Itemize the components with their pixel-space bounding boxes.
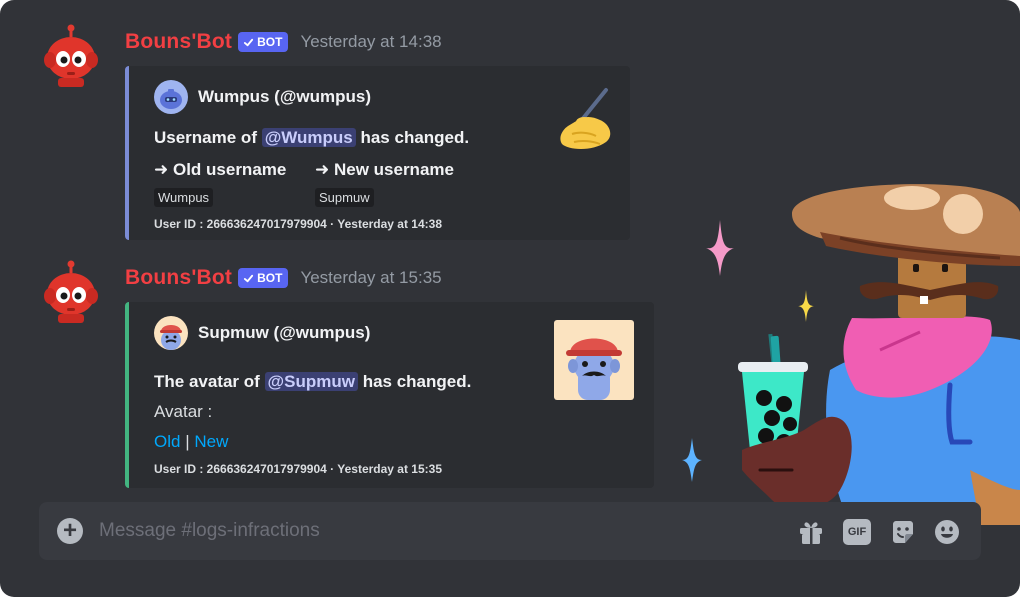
embed-title-prefix: Username of bbox=[154, 128, 262, 147]
sparkle-icon bbox=[706, 220, 734, 276]
new-avatar-link[interactable]: New bbox=[194, 432, 228, 451]
message-input[interactable] bbox=[99, 514, 779, 548]
embed-title: Username of @Wumpus has changed. bbox=[154, 128, 614, 148]
old-avatar-link[interactable]: Old bbox=[154, 432, 180, 451]
avatar-links: Old | New bbox=[154, 432, 638, 452]
wumpus-icon bbox=[154, 80, 188, 114]
chat-window: Bouns'Bot BOT Yesterday at 14:38 Wumpus … bbox=[0, 0, 1020, 597]
embed-field: ➜ New username Supmuw bbox=[315, 160, 454, 207]
gif-label: GIF bbox=[847, 526, 867, 538]
message-composer: + GIF bbox=[39, 502, 981, 560]
embed-author-name[interactable]: Wumpus (@wumpus) bbox=[198, 87, 371, 107]
field-name-new: ➜ New username bbox=[315, 160, 454, 179]
bot-tag: BOT bbox=[238, 268, 289, 288]
user-mention[interactable]: @Supmuw bbox=[264, 372, 358, 391]
bot-avatar-icon[interactable] bbox=[38, 22, 104, 88]
bot-tag-label: BOT bbox=[257, 35, 283, 49]
message-header: Bouns'Bot BOT Yesterday at 15:35 bbox=[125, 266, 442, 290]
field-value-old: Wumpus bbox=[154, 188, 214, 207]
embed-title-prefix: The avatar of bbox=[154, 372, 265, 391]
verified-check-icon bbox=[244, 274, 254, 282]
bot-tag: BOT bbox=[238, 32, 289, 52]
gift-icon[interactable] bbox=[797, 518, 825, 546]
embed-description: Avatar : bbox=[154, 402, 213, 421]
field-name-old: ➜ Old username bbox=[154, 160, 287, 179]
user-mention[interactable]: @Wumpus bbox=[261, 128, 356, 147]
bot-tag-label: BOT bbox=[257, 271, 283, 285]
message-timestamp: Yesterday at 15:35 bbox=[300, 268, 442, 287]
embed-footer: User ID : 266636247017979904 · Yesterday… bbox=[154, 217, 442, 231]
embed-title-suffix: has changed. bbox=[357, 372, 472, 391]
gif-icon[interactable]: GIF bbox=[843, 519, 871, 545]
emoji-icon[interactable] bbox=[933, 518, 961, 546]
message-header: Bouns'Bot BOT Yesterday at 14:38 bbox=[125, 30, 442, 54]
verified-check-icon bbox=[244, 38, 254, 46]
message-timestamp: Yesterday at 14:38 bbox=[300, 32, 442, 51]
mushroom-character-illustration bbox=[682, 184, 1020, 525]
writing-hand-icon bbox=[560, 88, 611, 149]
embed-footer: User ID : 266636247017979904 · Yesterday… bbox=[154, 462, 442, 476]
embed-author: Wumpus (@wumpus) bbox=[154, 80, 614, 114]
add-attachment-icon[interactable]: + bbox=[57, 518, 83, 544]
author-name[interactable]: Bouns'Bot bbox=[125, 266, 232, 290]
supmuw-icon bbox=[154, 316, 188, 350]
embed-title-suffix: has changed. bbox=[355, 128, 470, 147]
sticker-icon[interactable] bbox=[889, 518, 917, 546]
link-separator: | bbox=[180, 432, 195, 451]
embed-field: ➜ Old username Wumpus bbox=[154, 160, 291, 207]
field-value-new: Supmuw bbox=[315, 188, 374, 207]
author-name[interactable]: Bouns'Bot bbox=[125, 30, 232, 54]
embed-author-name[interactable]: Supmuw (@wumpus) bbox=[198, 323, 370, 343]
bot-avatar-icon[interactable] bbox=[38, 258, 104, 324]
supmuw-avatar-thumbnail[interactable] bbox=[554, 320, 634, 400]
embed-fields: ➜ Old username Wumpus ➜ New username Sup… bbox=[154, 160, 614, 207]
